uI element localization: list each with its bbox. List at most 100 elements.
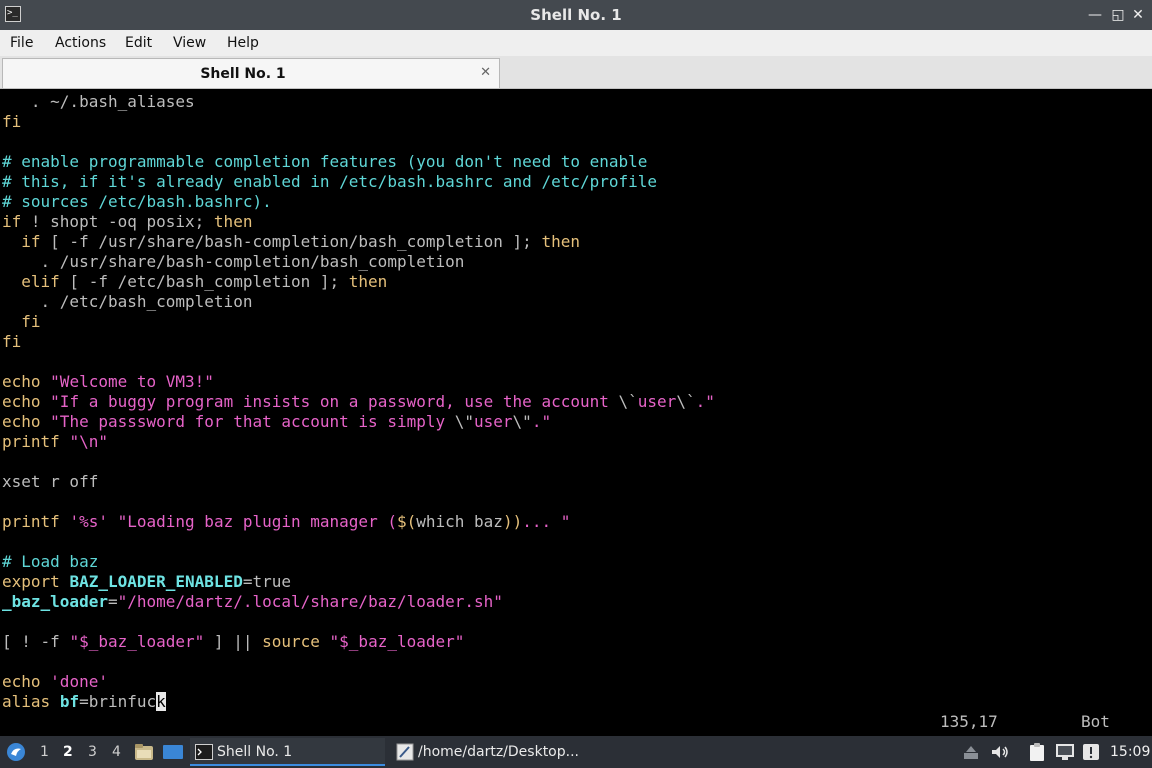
- terminal-line: fi: [2, 312, 715, 332]
- window-titlebar[interactable]: >_ Shell No. 1 — ◱ ✕: [0, 0, 1152, 30]
- show-desktop-icon[interactable]: [162, 743, 184, 761]
- task-shell-no-1[interactable]: Shell No. 1: [190, 738, 385, 766]
- terminal-token: '%s': [69, 512, 108, 531]
- terminal-line: elif [ -f /etc/bash_completion ]; then: [2, 272, 715, 292]
- start-menu-icon[interactable]: [5, 742, 27, 762]
- terminal-token: =true: [242, 572, 291, 591]
- terminal-token: user: [637, 392, 677, 411]
- terminal-token: xset r off: [2, 472, 99, 491]
- terminal-line: echo "Welcome to VM3!": [2, 372, 715, 392]
- terminal-token: .": [531, 412, 552, 431]
- menu-actions[interactable]: Actions: [55, 30, 106, 56]
- tab-bar: Shell No. 1 ✕: [0, 56, 1152, 89]
- minimize-icon[interactable]: —: [1085, 5, 1105, 25]
- clock: 15:09: [1110, 744, 1151, 760]
- terminal-line: printf "\n": [2, 432, 715, 452]
- restore-icon[interactable]: ◱: [1108, 5, 1128, 25]
- tab-label: Shell No. 1: [200, 66, 286, 82]
- close-icon[interactable]: ✕: [1128, 5, 1148, 25]
- terminal-line: export BAZ_LOADER_ENABLED=true: [2, 572, 715, 592]
- menu-help[interactable]: Help: [227, 30, 259, 56]
- task-text-editor[interactable]: /home/dartz/Desktop...: [392, 738, 602, 766]
- terminal-line: # sources /etc/bash.bashrc).: [2, 192, 715, 212]
- terminal-line: fi: [2, 332, 715, 352]
- text-cursor: k: [156, 692, 166, 711]
- task-label: /home/dartz/Desktop...: [418, 744, 579, 760]
- notification-icon[interactable]: [1082, 743, 1100, 761]
- terminal-token: 'done': [50, 672, 108, 691]
- terminal-token: \": [512, 412, 532, 431]
- terminal-token: if: [21, 232, 41, 251]
- terminal-token: fi: [21, 312, 41, 331]
- terminal-token: elif: [21, 272, 60, 291]
- terminal-token: then: [213, 212, 253, 231]
- tab-shell-1[interactable]: Shell No. 1 ✕: [2, 58, 500, 88]
- terminal-token: "$_baz_loader": [329, 632, 465, 651]
- terminal-line: . /etc/bash_completion: [2, 292, 715, 312]
- text-editor-icon: [396, 743, 414, 761]
- scroll-position: Bot: [1081, 712, 1110, 731]
- volume-icon[interactable]: [990, 744, 1010, 760]
- terminal-token: \": [454, 412, 475, 431]
- workspace-4[interactable]: 4: [112, 736, 121, 768]
- terminal-token: BAZ_LOADER_ENABLED: [69, 572, 243, 591]
- update-icon[interactable]: [962, 744, 980, 760]
- terminal-line: fi: [2, 112, 715, 132]
- terminal-token: echo: [2, 372, 41, 391]
- terminal-token: echo: [2, 412, 41, 431]
- terminal-line: printf '%s' "Loading baz plugin manager …: [2, 512, 715, 532]
- terminal-token: echo: [2, 392, 41, 411]
- menu-view[interactable]: View: [173, 30, 206, 56]
- menu-file[interactable]: File: [10, 30, 33, 56]
- terminal-token: "If a buggy program insists on a passwor…: [50, 392, 619, 411]
- terminal-token: then: [348, 272, 388, 291]
- terminal-line: if ! shopt -oq posix; then: [2, 212, 715, 232]
- terminal-token: # enable programmable completion feature…: [2, 152, 648, 171]
- workspace-2[interactable]: 2: [63, 736, 73, 768]
- terminal-token: "$_baz_loader": [69, 632, 205, 651]
- terminal-icon: [195, 744, 213, 760]
- terminal-token: ] ||: [204, 632, 263, 651]
- terminal-line: . /usr/share/bash-completion/bash_comple…: [2, 252, 715, 272]
- terminal-line: echo 'done': [2, 672, 715, 692]
- menu-edit[interactable]: Edit: [125, 30, 152, 56]
- cursor-position: 135,17: [940, 712, 998, 731]
- clipboard-icon[interactable]: [1028, 742, 1046, 762]
- terminal-token: [ -f /etc/bash_completion ];: [59, 272, 349, 291]
- terminal-token: "Welcome to VM3!": [50, 372, 214, 391]
- terminal-line: # enable programmable completion feature…: [2, 152, 715, 172]
- terminal-token: [ -f /usr/share/bash-completion/bash_com…: [40, 232, 542, 251]
- workspace-3[interactable]: 3: [88, 736, 97, 768]
- terminal-token: \`: [676, 392, 696, 411]
- terminal-token: .": [695, 392, 715, 411]
- file-manager-icon[interactable]: [134, 743, 154, 761]
- tab-close-icon[interactable]: ✕: [480, 65, 491, 81]
- terminal-token: ... ": [522, 512, 571, 531]
- terminal-line: # this, if it's already enabled in /etc/…: [2, 172, 715, 192]
- terminal-view[interactable]: . ~/.bash_aliases fi # enable programmabl…: [0, 90, 1152, 736]
- terminal-token: alias: [2, 692, 51, 711]
- menu-bar: File Actions Edit View Help: [0, 30, 1152, 56]
- network-icon[interactable]: [1055, 743, 1075, 761]
- terminal-line: _baz_loader="/home/dartz/.local/share/ba…: [2, 592, 715, 612]
- terminal-token: )): [502, 512, 523, 531]
- terminal-token: $(: [396, 512, 417, 531]
- terminal-line: xset r off: [2, 472, 715, 492]
- terminal-token: if: [2, 212, 22, 231]
- workspace-1[interactable]: 1: [40, 736, 49, 768]
- terminal-token: fi: [2, 332, 22, 351]
